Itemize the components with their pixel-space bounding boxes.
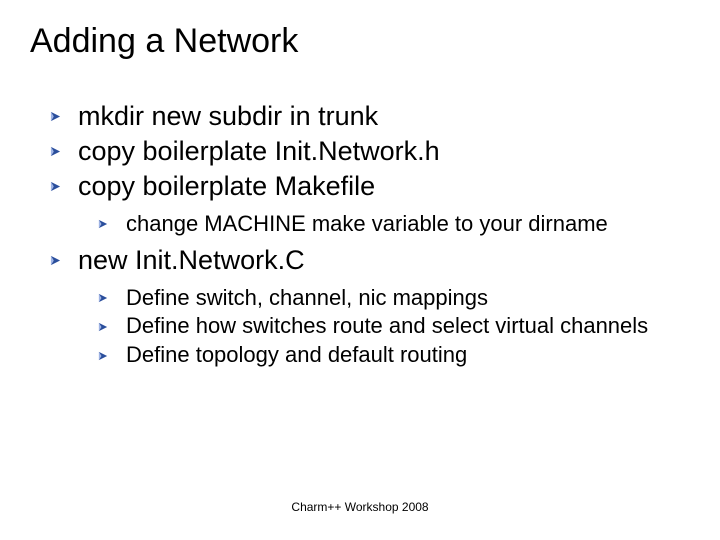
bullet-text: copy boilerplate Init.Network.h (78, 136, 440, 166)
bullet-text: copy boilerplate Makefile (78, 171, 375, 201)
bullet-text: change MACHINE make variable to your dir… (126, 211, 608, 236)
bullet-text: mkdir new subdir in trunk (78, 101, 378, 131)
list-item: mkdir new subdir in trunk (50, 100, 670, 133)
list-item: change MACHINE make variable to your dir… (98, 211, 670, 238)
arrow-bullet-icon (50, 181, 61, 192)
arrow-bullet-icon (98, 293, 108, 303)
arrow-bullet-icon (50, 255, 61, 266)
arrow-bullet-icon (50, 146, 61, 157)
bullet-text: new Init.Network.C (78, 245, 305, 275)
bullet-list-level2: Define switch, channel, nic mappings Def… (78, 285, 670, 369)
bullet-list-level1: mkdir new subdir in trunk copy boilerpla… (50, 100, 670, 369)
list-item: Define how switches route and select vir… (98, 313, 670, 340)
arrow-bullet-icon (98, 322, 108, 332)
list-item: copy boilerplate Init.Network.h (50, 135, 670, 168)
bullet-text: Define topology and default routing (126, 342, 467, 367)
list-item: copy boilerplate Makefile change MACHINE… (50, 170, 670, 238)
list-item: Define topology and default routing (98, 342, 670, 369)
list-item: new Init.Network.C Define switch, channe… (50, 244, 670, 369)
arrow-bullet-icon (50, 111, 61, 122)
bullet-text: Define switch, channel, nic mappings (126, 285, 488, 310)
arrow-bullet-icon (98, 351, 108, 361)
slide-title: Adding a Network (30, 22, 690, 61)
slide: Adding a Network mkdir new subdir in tru… (0, 0, 720, 540)
slide-footer: Charm++ Workshop 2008 (0, 500, 720, 514)
bullet-list-level2: change MACHINE make variable to your dir… (78, 211, 670, 238)
list-item: Define switch, channel, nic mappings (98, 285, 670, 312)
slide-body: mkdir new subdir in trunk copy boilerpla… (50, 100, 670, 375)
bullet-text: Define how switches route and select vir… (126, 313, 648, 338)
arrow-bullet-icon (98, 219, 108, 229)
